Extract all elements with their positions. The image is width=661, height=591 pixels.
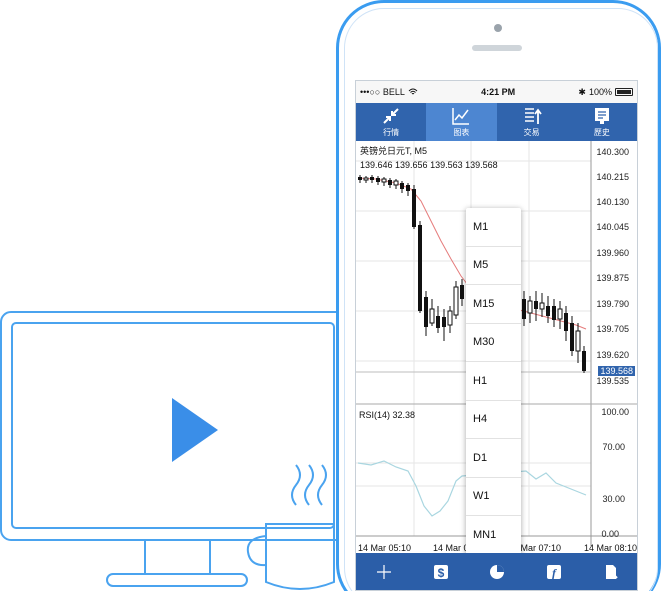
rsi-level-label: 0.00 [601, 529, 619, 539]
candle [376, 176, 380, 185]
clock: 4:21 PM [481, 87, 516, 97]
price-label: 140.045 [596, 222, 629, 232]
symbol-label: 英镑兑日元T, M5 [360, 146, 428, 156]
time-label: 14 Mar 05:10 [358, 543, 412, 553]
tab-charts-label: 图表 [453, 128, 470, 137]
timeframe-w1[interactable]: W1 [466, 478, 521, 516]
function-button[interactable]: f [543, 561, 565, 583]
tab-trade[interactable]: 交易 [497, 103, 567, 141]
timeframe-mn1[interactable]: MN1 [466, 516, 521, 555]
rsi-level-label: 70.00 [602, 442, 625, 452]
timeframe-menu: M1 M5 M15 M30 H1 H4 D1 W1 MN1 [466, 208, 521, 555]
arrows-icon [383, 108, 399, 124]
candle [534, 291, 538, 321]
candle [436, 306, 440, 333]
candle [424, 291, 428, 336]
crosshair-icon [377, 564, 392, 579]
candle [453, 281, 459, 319]
function-icon: f [547, 564, 562, 580]
candle [539, 293, 545, 317]
battery-icon [615, 88, 633, 96]
price-label: 139.790 [596, 299, 629, 309]
top-tab-bar: 行情 图表 交易 歷史 [356, 103, 637, 141]
play-icon [172, 398, 218, 462]
camera-icon [494, 24, 502, 32]
timeframe-d1[interactable]: D1 [466, 439, 521, 478]
tab-quotes[interactable]: 行情 [356, 103, 426, 141]
candle [447, 306, 453, 333]
candle [358, 175, 362, 183]
timeframe-m15[interactable]: M15 [466, 285, 521, 324]
candle [388, 178, 392, 188]
candle [363, 176, 369, 183]
price-label: 140.215 [596, 172, 629, 182]
rsi-level-label: 100.00 [601, 407, 629, 417]
timeframe-m1[interactable]: M1 [466, 208, 521, 247]
phone-screen: •••○○ BELL 4:21 PM ✱ 100% 行情 图表 交易 歷史 英镑… [355, 80, 638, 591]
candle [552, 299, 556, 327]
price-label: 139.960 [596, 248, 629, 258]
tab-trade-label: 交易 [523, 128, 540, 137]
price-label: 139.620 [596, 350, 629, 360]
candle [546, 296, 550, 323]
candle [557, 301, 563, 329]
speaker-grille [472, 45, 522, 51]
svg-text:$: $ [438, 566, 445, 580]
tab-charts[interactable]: 图表 [426, 103, 497, 141]
price-label: 139.535 [596, 376, 629, 386]
ohlc-label: 139.646 139.656 139.563 139.568 [360, 160, 498, 170]
bluetooth-icon: ✱ [578, 86, 586, 97]
wifi-icon [408, 88, 418, 95]
time-label: 14 Mar 08:10 [584, 543, 638, 553]
indicators-button[interactable] [486, 561, 508, 583]
chart-header: 英镑兑日元T, M5 139.646 139.656 139.563 139.5… [360, 144, 498, 172]
rsi-indicator-label: RSI(14) 32.38 [359, 410, 416, 420]
new-order-button[interactable]: $ [430, 561, 452, 583]
candle [575, 323, 581, 363]
dollar-icon: $ [433, 564, 448, 580]
price-label: 140.130 [596, 197, 629, 207]
candle [406, 183, 410, 196]
pie-icon [490, 564, 505, 579]
candle [570, 316, 574, 356]
current-price-tag: 139.568 [598, 366, 635, 376]
battery-percent: 100% [588, 87, 612, 97]
timeframe-m5[interactable]: M5 [466, 247, 521, 285]
chart-area[interactable]: 英镑兑日元T, M5 139.646 139.656 139.563 139.5… [356, 141, 638, 555]
rsi-level-label: 30.00 [602, 494, 625, 504]
tab-history[interactable]: 歷史 [567, 103, 637, 141]
candle [429, 299, 435, 326]
candle [400, 181, 404, 193]
status-bar: •••○○ BELL 4:21 PM ✱ 100% [356, 81, 637, 103]
candle [442, 309, 446, 341]
history-icon [594, 108, 609, 124]
candle [381, 177, 387, 186]
trade-icon [524, 108, 542, 124]
timeframe-h4[interactable]: H4 [466, 401, 521, 439]
candle [522, 291, 526, 326]
tab-quotes-label: 行情 [383, 128, 400, 137]
candle [393, 179, 399, 189]
price-label: 139.705 [596, 324, 629, 334]
candle [418, 221, 422, 313]
bottom-toolbar: $ f [356, 553, 637, 590]
chart-line-icon [452, 108, 470, 125]
timeframe-m30[interactable]: M30 [466, 324, 521, 362]
timeframe-h1[interactable]: H1 [466, 362, 521, 401]
carrier-label: •••○○ BELL [360, 87, 405, 97]
candle [460, 279, 464, 306]
crosshair-button[interactable] [373, 561, 395, 583]
document-icon [605, 564, 618, 579]
objects-button[interactable] [600, 561, 622, 583]
candle [370, 175, 374, 183]
price-label: 139.875 [596, 273, 629, 283]
price-label: 140.300 [596, 147, 629, 157]
candle [412, 185, 416, 229]
candle [582, 346, 586, 373]
tab-history-label: 歷史 [593, 128, 610, 137]
